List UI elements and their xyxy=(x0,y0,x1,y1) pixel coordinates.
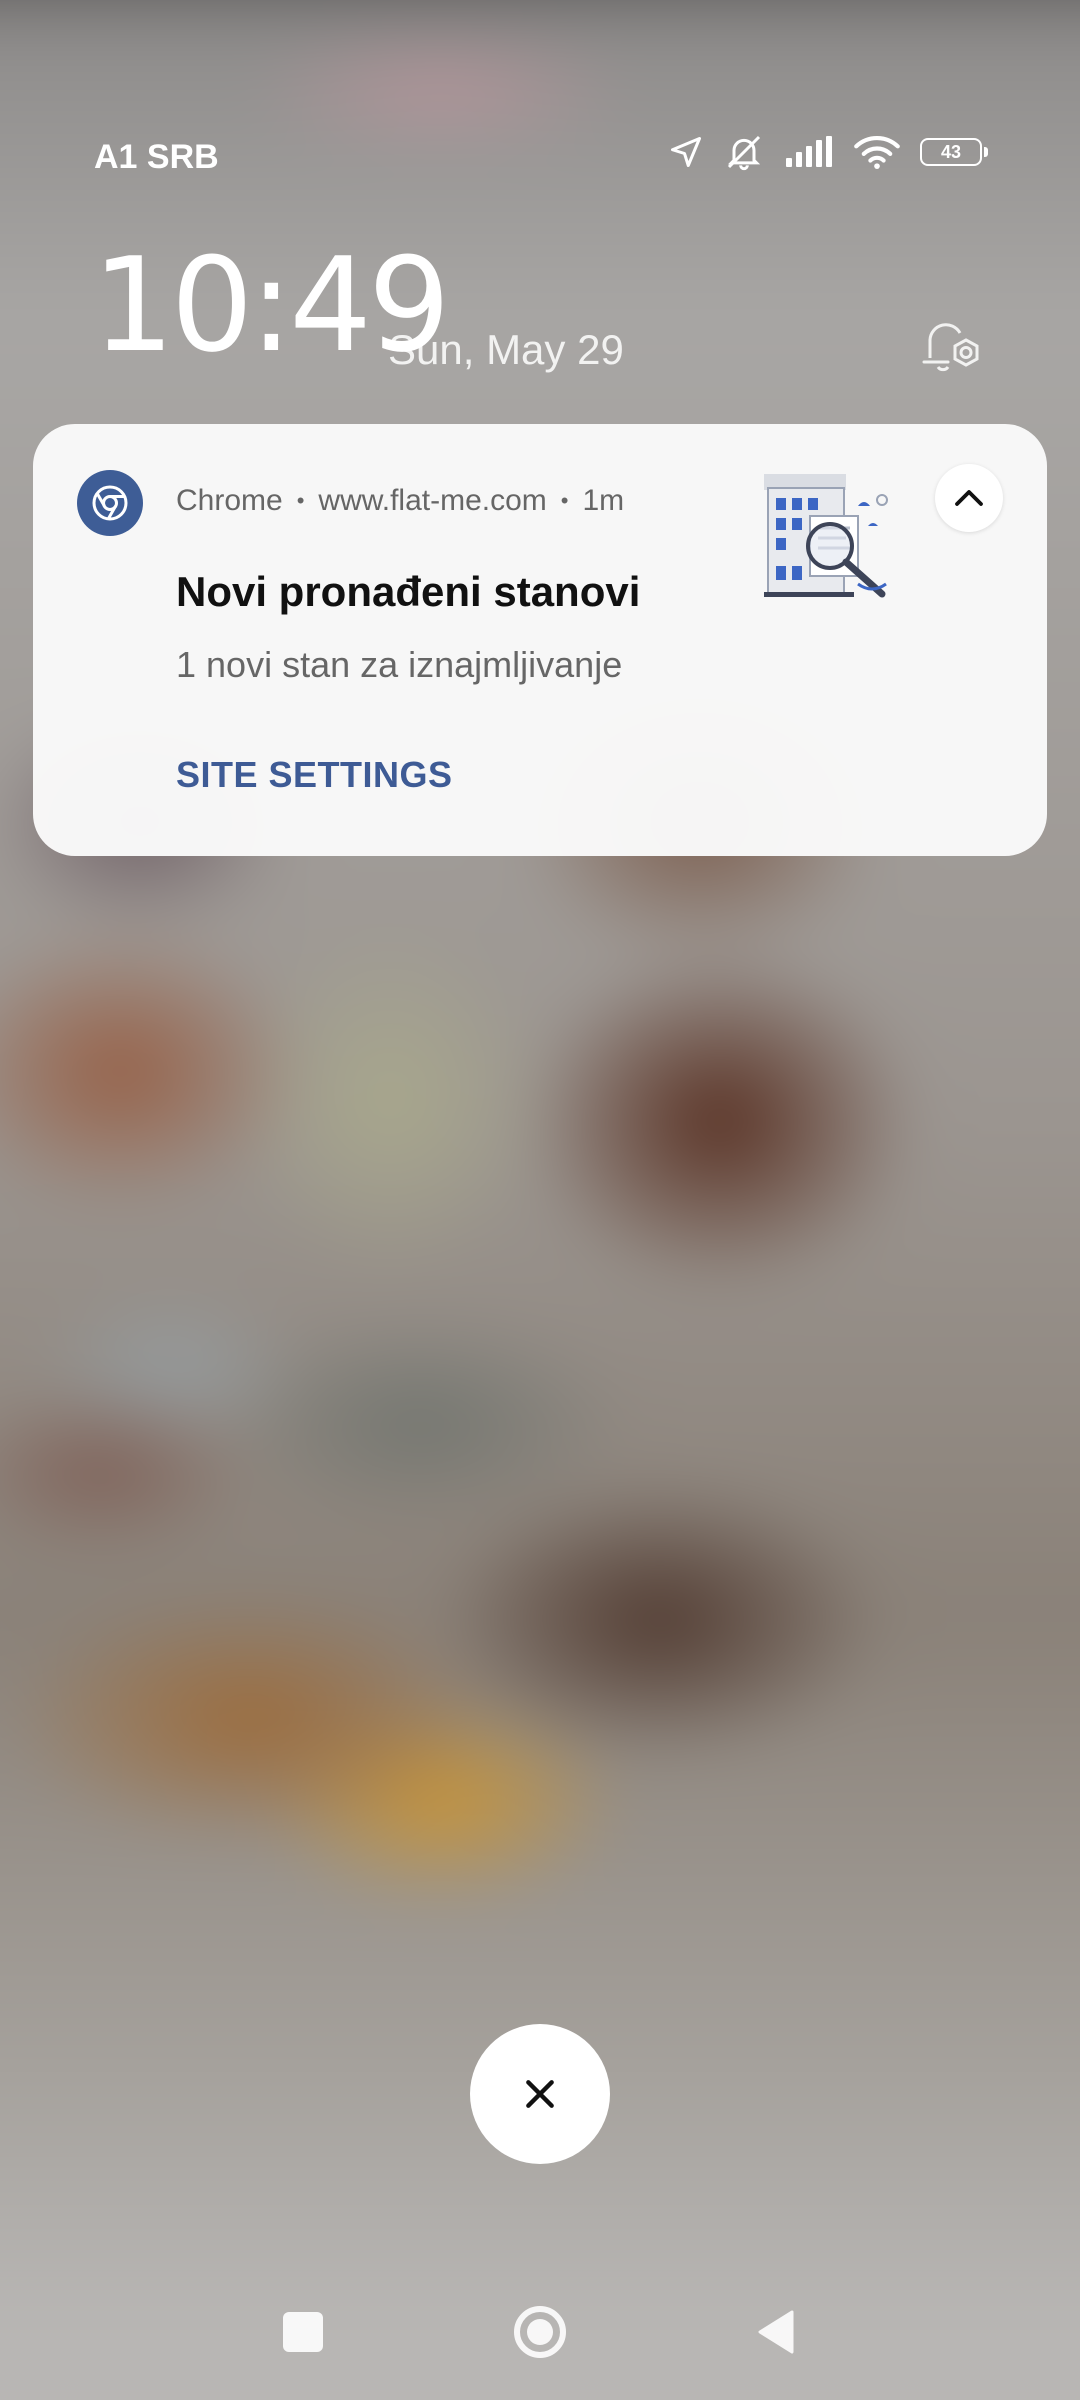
alarm-gear-icon[interactable] xyxy=(918,310,988,385)
notification-time: 1m xyxy=(582,484,625,517)
notification-header: Chrome • www.flat-me.com • 1m xyxy=(176,484,624,518)
battery-icon: 43 xyxy=(920,138,988,166)
notification-card[interactable]: Chrome • www.flat-me.com • 1m Novi prona… xyxy=(33,424,1047,856)
status-icons: 43 xyxy=(668,132,988,172)
recents-icon[interactable] xyxy=(283,2312,323,2352)
collapse-button[interactable] xyxy=(935,464,1003,532)
location-arrow-icon xyxy=(671,137,701,167)
vibrate-mute-icon xyxy=(727,135,761,171)
navigation-bar xyxy=(0,2290,1080,2380)
app-name: Chrome xyxy=(176,484,283,517)
site-settings-button[interactable]: SITE SETTINGS xyxy=(176,754,453,796)
notification-source: www.flat-me.com xyxy=(318,484,547,517)
separator-dot: • xyxy=(560,488,569,513)
status-bar: A1 SRB 43 xyxy=(0,132,1080,182)
wifi-icon xyxy=(854,136,900,169)
back-icon[interactable] xyxy=(756,2308,796,2361)
signal-icon xyxy=(786,136,832,167)
notification-text: 1 novi stan za iznajmljivanje xyxy=(176,644,623,685)
chevron-up-icon xyxy=(955,490,983,506)
notification-title: Novi pronađeni stanovi xyxy=(176,568,641,615)
close-icon xyxy=(526,2080,554,2108)
lockscreen-date: Sun, May 29 xyxy=(388,326,624,373)
building-search-illustration xyxy=(758,466,898,611)
separator-dot: • xyxy=(296,488,305,513)
battery-level: 43 xyxy=(940,141,962,162)
chrome-icon xyxy=(77,470,143,536)
carrier-name: A1 SRB xyxy=(94,138,219,176)
dismiss-all-button[interactable] xyxy=(470,2024,610,2164)
home-icon[interactable] xyxy=(514,2306,566,2358)
